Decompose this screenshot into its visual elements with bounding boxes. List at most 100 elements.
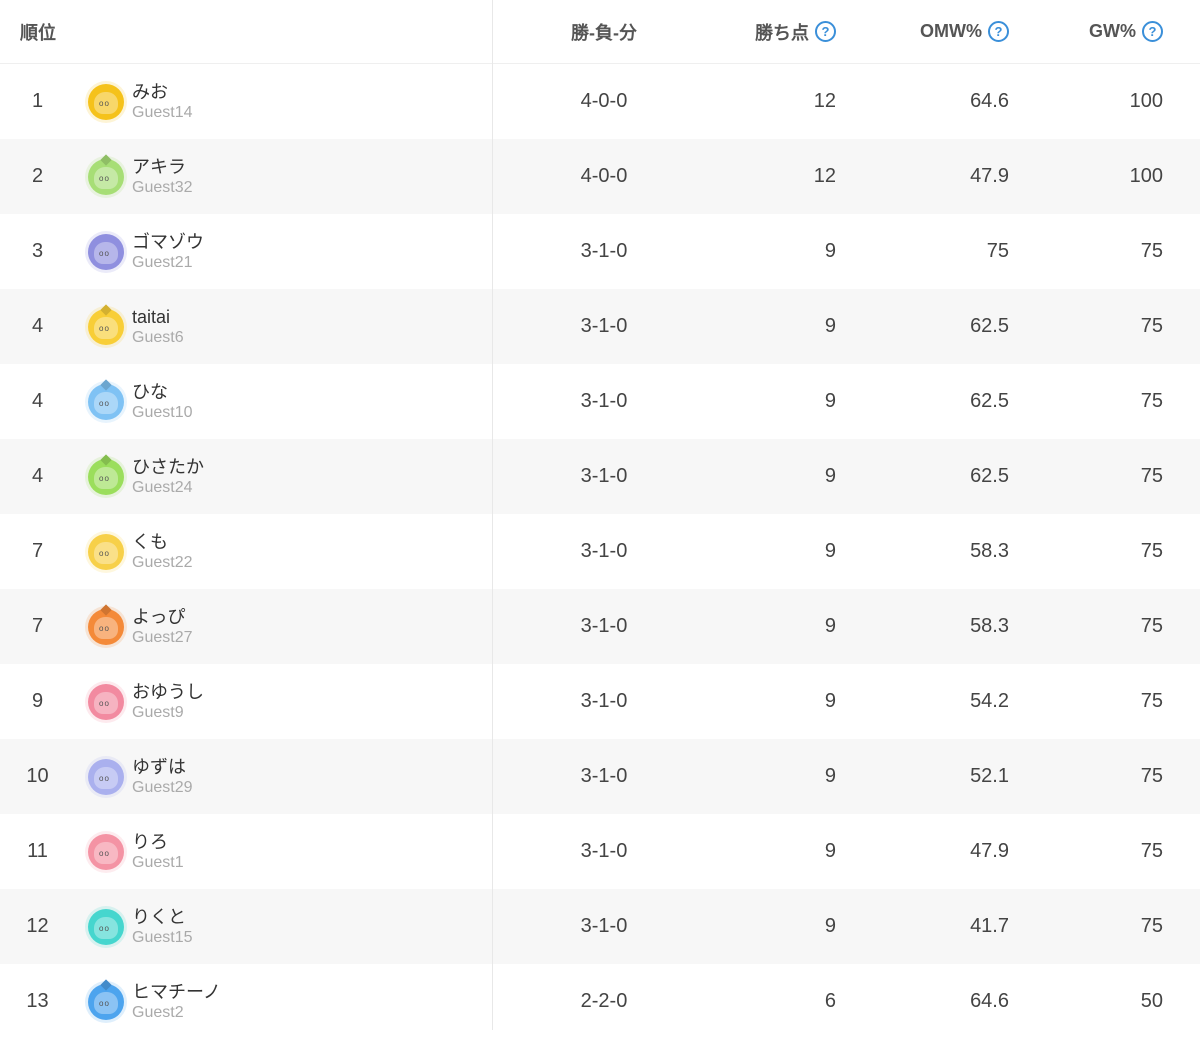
omw-cell: 62.5 — [970, 315, 1009, 337]
rank-cell: 9 — [31, 690, 44, 712]
table-row[interactable]: 7 oo くも Guest22 3-1-0 9 58.3 75 — [0, 514, 1200, 589]
table-row[interactable]: 11 oo りろ Guest1 3-1-0 9 47.9 75 — [0, 814, 1200, 889]
win-loss-draw-cell: 4-0-0 — [580, 90, 628, 112]
player-names: ヒマチーノ Guest2 — [132, 982, 221, 1022]
rank-cell: 7 — [31, 615, 44, 637]
avatar: oo — [85, 230, 127, 273]
player-name: ひさたか — [132, 456, 204, 477]
guest-id: Guest32 — [132, 178, 193, 196]
guest-id: Guest6 — [132, 328, 184, 346]
points-cell: 6 — [824, 990, 836, 1012]
points-cell: 9 — [824, 615, 836, 637]
player-name: taitai — [132, 306, 171, 327]
rank-cell: 4 — [31, 315, 44, 337]
points-cell: 9 — [824, 765, 836, 787]
points-cell: 9 — [824, 540, 836, 562]
player-cell[interactable]: oo ヒマチーノ Guest2 — [85, 964, 488, 1039]
omw-cell: 62.5 — [970, 465, 1009, 487]
guest-id: Guest10 — [132, 403, 193, 421]
player-cell[interactable]: oo ゴマゾウ Guest21 — [85, 214, 488, 289]
table-row[interactable]: 7 oo よっぴ Guest27 3-1-0 9 58.3 75 — [0, 589, 1200, 664]
table-row[interactable]: 4 oo ひな Guest10 3-1-0 9 62.5 75 — [0, 364, 1200, 439]
player-cell[interactable]: oo りくと Guest15 — [85, 889, 488, 964]
avatar: oo — [85, 530, 127, 573]
win-loss-draw-cell: 3-1-0 — [580, 615, 628, 637]
table-body: 1 oo みお Guest14 4-0-0 12 64.6 100 2 oo ア… — [0, 64, 1200, 1039]
avatar-eyes: oo — [99, 173, 110, 183]
points-help-icon[interactable]: ? — [815, 21, 836, 42]
player-name: りくと — [132, 906, 186, 927]
player-cell[interactable]: oo ひさたか Guest24 — [85, 439, 488, 514]
gw-help-icon[interactable]: ? — [1142, 21, 1163, 42]
gw-cell: 75 — [1140, 390, 1163, 412]
avatar-eyes: oo — [99, 323, 110, 333]
table-row[interactable]: 1 oo みお Guest14 4-0-0 12 64.6 100 — [0, 64, 1200, 139]
table-row[interactable]: 9 oo おゆうし Guest9 3-1-0 9 54.2 75 — [0, 664, 1200, 739]
avatar: oo — [85, 378, 127, 423]
header-omw-label: OMW% — [920, 21, 982, 41]
player-cell[interactable]: oo みお Guest14 — [85, 64, 488, 139]
player-names: ゆずは Guest29 — [132, 757, 192, 797]
avatar: oo — [85, 830, 127, 873]
player-cell[interactable]: oo りろ Guest1 — [85, 814, 488, 889]
avatar-eyes: oo — [99, 248, 110, 258]
header-win-loss-draw: 勝-負-分 — [571, 22, 637, 43]
points-cell: 9 — [824, 315, 836, 337]
avatar: oo — [85, 303, 127, 348]
table-row[interactable]: 10 oo ゆずは Guest29 3-1-0 9 52.1 75 — [0, 739, 1200, 814]
gw-cell: 75 — [1140, 615, 1163, 637]
player-name: よっぴ — [132, 606, 186, 627]
player-cell[interactable]: oo taitai Guest6 — [85, 289, 488, 364]
avatar: oo — [85, 153, 127, 198]
player-names: みお Guest14 — [132, 82, 192, 122]
omw-cell: 58.3 — [970, 615, 1009, 637]
gw-cell: 50 — [1140, 990, 1163, 1012]
player-cell[interactable]: oo よっぴ Guest27 — [85, 589, 488, 664]
player-cell[interactable]: oo アキラ Guest32 — [85, 139, 488, 214]
avatar-eyes: oo — [99, 98, 110, 108]
guest-id: Guest14 — [132, 103, 193, 121]
player-names: ひさたか Guest24 — [132, 457, 204, 497]
gw-cell: 100 — [1129, 165, 1163, 187]
points-cell: 9 — [824, 390, 836, 412]
gw-cell: 75 — [1140, 540, 1163, 562]
omw-cell: 58.3 — [970, 540, 1009, 562]
points-cell: 9 — [824, 240, 836, 262]
rank-cell: 2 — [31, 165, 44, 187]
player-name: りろ — [132, 831, 168, 852]
avatar-eyes: oo — [99, 473, 110, 483]
points-cell: 9 — [824, 465, 836, 487]
gw-cell: 75 — [1140, 240, 1163, 262]
avatar-eyes: oo — [99, 923, 110, 933]
table-row[interactable]: 12 oo りくと Guest15 3-1-0 9 41.7 75 — [0, 889, 1200, 964]
table-row[interactable]: 2 oo アキラ Guest32 4-0-0 12 47.9 100 — [0, 139, 1200, 214]
player-cell[interactable]: oo おゆうし Guest9 — [85, 664, 488, 739]
gw-cell: 75 — [1140, 465, 1163, 487]
standings-table: 順位 勝-負-分 勝ち点 ? OMW% ? GW% ? 1 oo みお Gues… — [0, 0, 1200, 1039]
player-cell[interactable]: oo ゆずは Guest29 — [85, 739, 488, 814]
table-row[interactable]: 4 oo taitai Guest6 3-1-0 9 62.5 75 — [0, 289, 1200, 364]
win-loss-draw-cell: 3-1-0 — [580, 315, 628, 337]
player-names: よっぴ Guest27 — [132, 607, 192, 647]
header-points: 勝ち点 ? — [715, 0, 836, 63]
table-row[interactable]: 13 oo ヒマチーノ Guest2 2-2-0 6 64.6 50 — [0, 964, 1200, 1039]
omw-cell: 54.2 — [970, 690, 1009, 712]
table-row[interactable]: 4 oo ひさたか Guest24 3-1-0 9 62.5 75 — [0, 439, 1200, 514]
header-points-label: 勝ち点 — [755, 22, 809, 43]
win-loss-draw-cell: 3-1-0 — [580, 915, 628, 937]
win-loss-draw-cell: 4-0-0 — [580, 165, 628, 187]
win-loss-draw-cell: 3-1-0 — [580, 690, 628, 712]
omw-help-icon[interactable]: ? — [988, 21, 1009, 42]
omw-cell: 64.6 — [970, 990, 1009, 1012]
player-names: りくと Guest15 — [132, 907, 192, 947]
points-cell: 9 — [824, 690, 836, 712]
player-names: おゆうし Guest9 — [132, 682, 204, 722]
omw-cell: 47.9 — [970, 165, 1009, 187]
player-cell[interactable]: oo ひな Guest10 — [85, 364, 488, 439]
avatar-eyes: oo — [99, 398, 110, 408]
table-row[interactable]: 3 oo ゴマゾウ Guest21 3-1-0 9 75 75 — [0, 214, 1200, 289]
avatar: oo — [85, 80, 127, 123]
win-loss-draw-cell: 3-1-0 — [580, 765, 628, 787]
player-cell[interactable]: oo くも Guest22 — [85, 514, 488, 589]
win-loss-draw-cell: 3-1-0 — [580, 465, 628, 487]
